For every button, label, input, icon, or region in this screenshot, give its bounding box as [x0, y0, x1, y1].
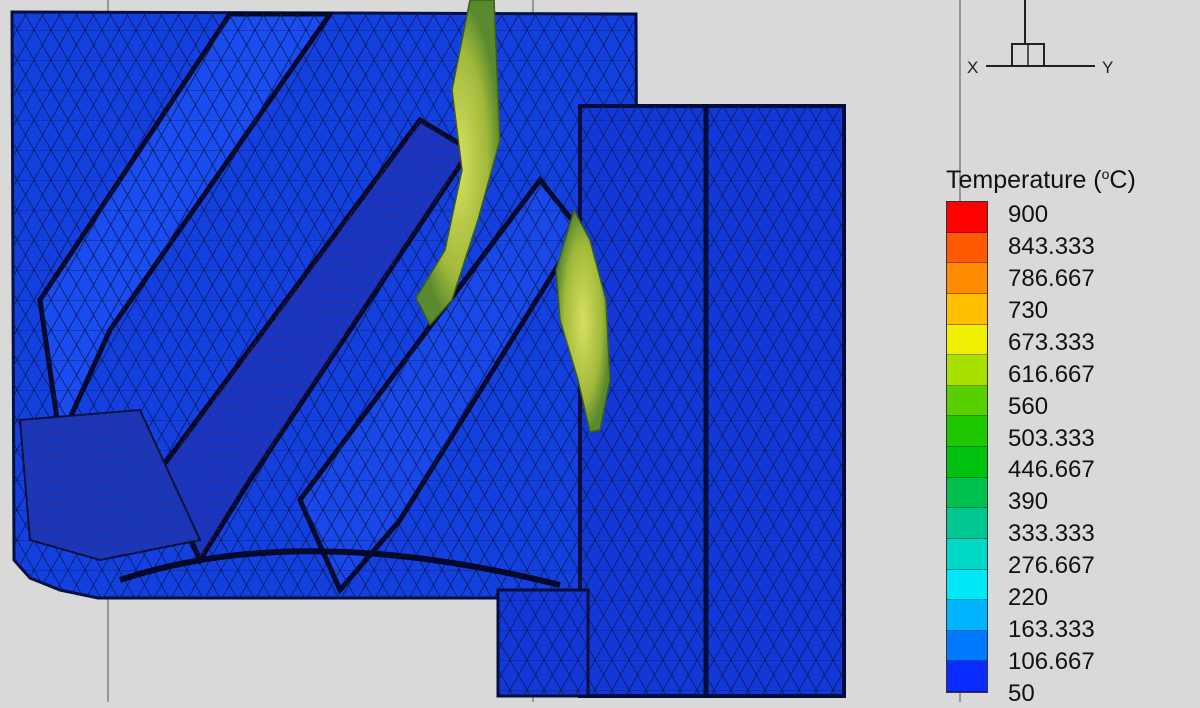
- legend-swatch: [947, 293, 987, 325]
- legend-value: 616.667: [1008, 360, 1095, 388]
- legend-title: Temperature (oC): [946, 166, 1136, 194]
- legend-value: 673.333: [1008, 328, 1095, 356]
- color-legend-bar: [946, 201, 988, 693]
- legend-swatch: [947, 355, 987, 386]
- legend-swatch: [947, 630, 987, 662]
- legend-swatch: [947, 416, 987, 447]
- legend-swatch: [947, 477, 987, 509]
- legend-value: 843.333: [1008, 232, 1095, 260]
- legend-value: 730: [1008, 296, 1049, 324]
- axis-triad-icon: [986, 0, 1095, 67]
- legend-value: 220: [1008, 584, 1049, 612]
- legend-swatch: [947, 447, 987, 478]
- legend-value: 446.667: [1008, 456, 1095, 484]
- legend-value: 786.667: [1008, 264, 1095, 292]
- legend-swatch: [947, 600, 987, 631]
- legend-swatch: [947, 661, 987, 692]
- legend-swatch: [947, 324, 987, 356]
- legend-value: 333.333: [1008, 520, 1095, 548]
- legend-value: 900: [1008, 201, 1049, 228]
- legend-value: 276.667: [1008, 552, 1095, 580]
- legend-swatch: [947, 232, 987, 264]
- legend-swatch: [947, 202, 987, 233]
- x-axis-label: X: [967, 58, 979, 77]
- y-axis-label: Y: [1102, 58, 1114, 77]
- legend-swatch: [947, 538, 987, 570]
- legend-swatch: [947, 569, 987, 601]
- legend-value: 50: [1008, 680, 1035, 707]
- tool-body: [10, 10, 640, 600]
- legend-value: 106.667: [1008, 648, 1095, 676]
- legend-value: 560: [1008, 392, 1049, 420]
- legend-swatch: [947, 263, 987, 294]
- legend-value: 503.333: [1008, 424, 1095, 452]
- legend-value: 163.333: [1008, 616, 1095, 644]
- legend-swatch: [947, 385, 987, 417]
- legend-value: 390: [1008, 488, 1049, 516]
- legend-swatch: [947, 508, 987, 539]
